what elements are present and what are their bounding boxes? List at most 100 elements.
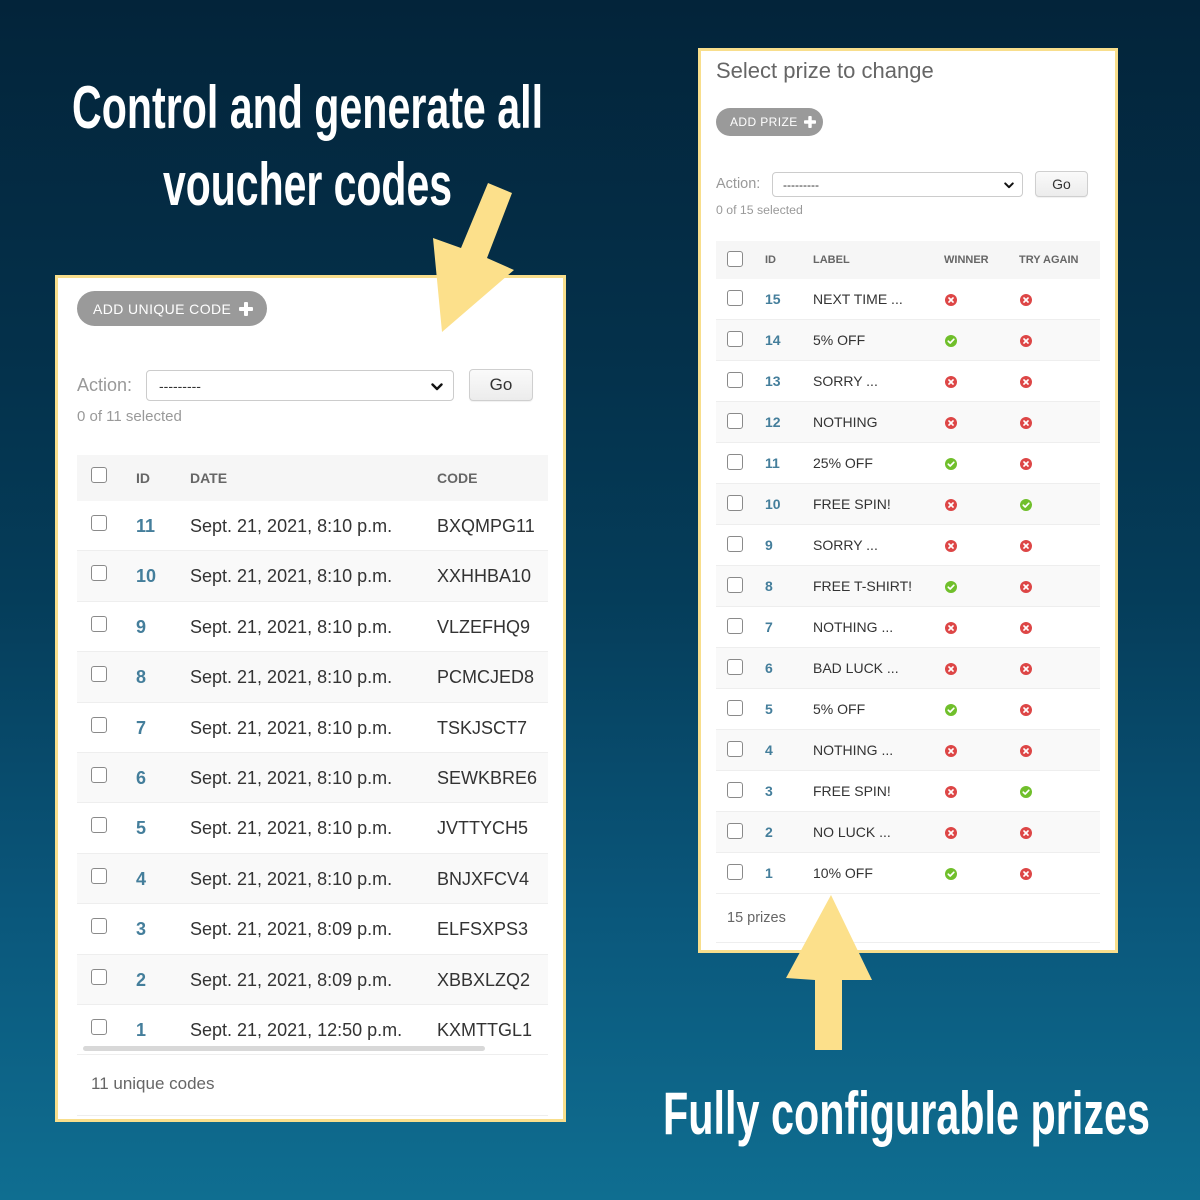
table-row: 6 BAD LUCK ... [716, 648, 1100, 689]
row-checkbox[interactable] [727, 454, 743, 470]
table-row: 12 NOTHING [716, 402, 1100, 443]
select-all-checkbox[interactable] [727, 251, 743, 267]
try-again-status-cross-icon [1020, 376, 1032, 388]
row-checkbox[interactable] [91, 867, 107, 884]
column-header-winner[interactable]: WINNER [944, 241, 989, 279]
row-checkbox[interactable] [727, 536, 743, 552]
column-header-date[interactable]: DATE [190, 455, 227, 501]
prize-id-link[interactable]: 3 [765, 771, 773, 811]
row-checkbox[interactable] [91, 716, 107, 733]
row-checkbox[interactable] [727, 782, 743, 798]
row-checkbox[interactable] [727, 495, 743, 511]
code-id-link[interactable]: 3 [136, 904, 146, 954]
row-checkbox[interactable] [91, 515, 107, 531]
code-value: VLZEFHQ9 [437, 616, 531, 637]
row-checkbox[interactable] [727, 331, 743, 347]
row-checkbox[interactable] [91, 817, 107, 834]
prize-id-link[interactable]: 1 [765, 853, 773, 893]
action-select[interactable]: --------- [772, 172, 1023, 197]
row-checkbox[interactable] [727, 372, 743, 388]
try-again-status-cross-icon [1020, 704, 1032, 716]
prize-id-link[interactable]: 10 [765, 484, 781, 524]
row-checkbox[interactable] [727, 413, 743, 429]
winner-status-check-icon [945, 458, 957, 470]
add-unique-code-button[interactable]: ADD UNIQUE CODE [77, 291, 267, 326]
prize-id-link[interactable]: 12 [765, 402, 781, 442]
column-header-id[interactable]: ID [765, 241, 776, 279]
row-checkbox[interactable] [727, 659, 743, 675]
row-checkbox[interactable] [91, 968, 107, 985]
code-id-link[interactable]: 2 [136, 955, 146, 1005]
chevron-down-icon [1004, 178, 1014, 192]
row-checkbox[interactable] [91, 615, 107, 632]
prize-label: FREE SPIN! [813, 783, 891, 799]
table-row: 8 Sept. 21, 2021, 8:10 p.m. PCMCJED8 [77, 652, 548, 703]
code-id-link[interactable]: 5 [136, 803, 146, 853]
column-header-id[interactable]: ID [136, 455, 150, 501]
winner-status-check-icon [945, 704, 957, 716]
code-id-link[interactable]: 11 [136, 501, 155, 551]
table-row: 3 Sept. 21, 2021, 8:09 p.m. ELFSXPS3 [77, 904, 548, 955]
code-id-link[interactable]: 4 [136, 854, 146, 904]
code-id-link[interactable]: 9 [136, 602, 146, 652]
code-id-link[interactable]: 10 [136, 551, 156, 601]
row-checkbox[interactable] [727, 864, 743, 880]
row-checkbox[interactable] [727, 290, 743, 306]
table-row: 2 NO LUCK ... [716, 812, 1100, 853]
prize-id-link[interactable]: 4 [765, 730, 773, 770]
column-header-try-again[interactable]: TRY AGAIN [1019, 241, 1079, 279]
table-row: 11 25% OFF [716, 443, 1100, 484]
try-again-status-cross-icon [1020, 581, 1032, 593]
prize-label: BAD LUCK ... [813, 660, 899, 676]
prize-label: SORRY ... [813, 373, 878, 389]
row-checkbox[interactable] [727, 700, 743, 716]
prize-id-link[interactable]: 14 [765, 320, 781, 360]
row-checkbox[interactable] [91, 766, 107, 783]
code-date: Sept. 21, 2021, 8:10 p.m. [190, 616, 393, 637]
add-prize-button[interactable]: ADD PRIZE [716, 108, 823, 136]
table-row: 4 Sept. 21, 2021, 8:10 p.m. BNJXFCV4 [77, 853, 548, 905]
prize-id-link[interactable]: 13 [765, 361, 781, 401]
code-value: BNJXFCV4 [437, 868, 530, 889]
code-id-link[interactable]: 6 [136, 753, 146, 803]
prize-id-link[interactable]: 2 [765, 812, 773, 852]
prize-id-link[interactable]: 11 [765, 443, 780, 483]
table-body: 15 NEXT TIME ... 14 5% OFF 13 SORRY ... … [716, 279, 1100, 894]
row-checkbox[interactable] [727, 577, 743, 593]
code-date: Sept. 21, 2021, 8:10 p.m. [190, 717, 393, 738]
table-row: 7 Sept. 21, 2021, 8:10 p.m. TSKJSCT7 [77, 702, 548, 753]
code-value: ELFSXPS3 [437, 919, 529, 940]
prize-id-link[interactable]: 9 [765, 525, 773, 565]
go-button[interactable]: Go [469, 369, 533, 401]
prize-id-link[interactable]: 5 [765, 689, 773, 729]
row-checkbox[interactable] [727, 823, 743, 839]
prize-id-link[interactable]: 8 [765, 566, 773, 606]
row-checkbox[interactable] [727, 741, 743, 757]
row-checkbox[interactable] [91, 1018, 107, 1035]
winner-status-cross-icon [945, 540, 957, 552]
code-value: SEWKBRE6 [437, 767, 538, 788]
row-checkbox[interactable] [91, 666, 107, 683]
prize-id-link[interactable]: 6 [765, 648, 773, 688]
code-date: Sept. 21, 2021, 8:09 p.m. [190, 919, 393, 940]
horizontal-scrollbar[interactable] [83, 1046, 485, 1051]
try-again-status-cross-icon [1020, 294, 1032, 306]
winner-status-cross-icon [945, 745, 957, 757]
code-date: Sept. 21, 2021, 8:10 p.m. [190, 818, 393, 839]
prize-id-link[interactable]: 15 [765, 279, 781, 319]
try-again-status-cross-icon [1020, 458, 1032, 470]
column-header-code[interactable]: CODE [437, 455, 477, 501]
table-body: 11 Sept. 21, 2021, 8:10 p.m. BXQMPG11 10… [77, 501, 548, 1056]
divider [77, 1115, 548, 1116]
code-id-link[interactable]: 7 [136, 703, 146, 753]
winner-status-cross-icon [945, 417, 957, 429]
row-checkbox[interactable] [91, 565, 107, 582]
select-all-checkbox[interactable] [91, 467, 107, 483]
row-checkbox[interactable] [727, 618, 743, 634]
column-header-label[interactable]: LABEL [813, 241, 850, 279]
row-checkbox[interactable] [91, 918, 107, 935]
go-button[interactable]: Go [1035, 171, 1088, 197]
action-select[interactable]: --------- [146, 370, 454, 401]
code-id-link[interactable]: 8 [136, 652, 146, 702]
prize-id-link[interactable]: 7 [765, 607, 773, 647]
